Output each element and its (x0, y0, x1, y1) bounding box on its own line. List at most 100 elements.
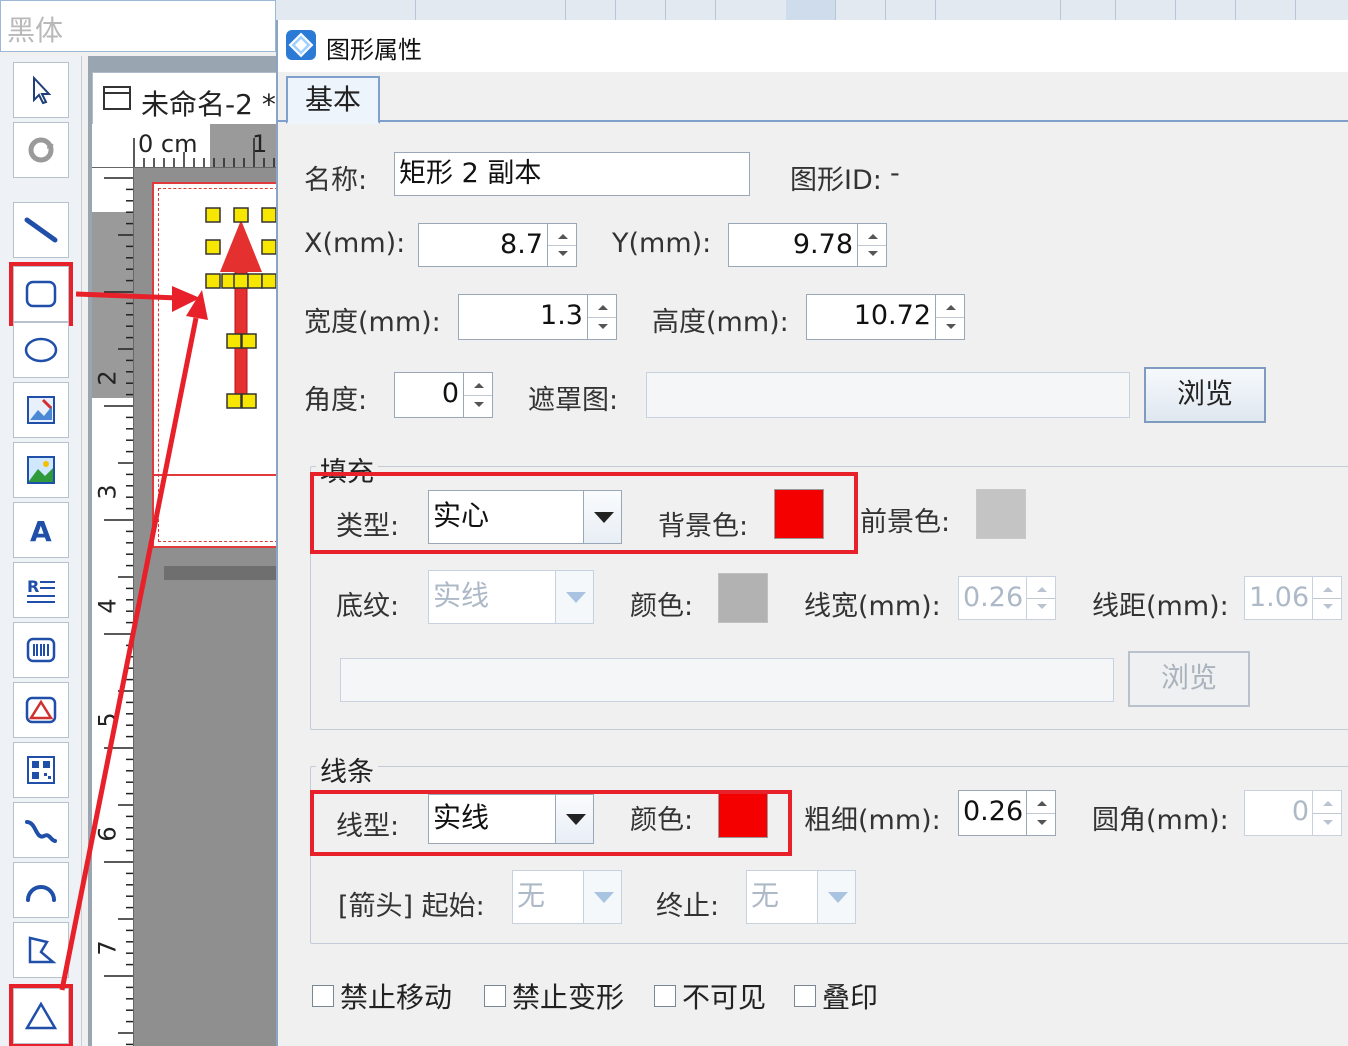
angle-spinner[interactable] (463, 372, 493, 418)
ruler-label-4: 4 (93, 598, 122, 614)
highlight-fill-type (310, 472, 858, 554)
picture-tool[interactable] (13, 442, 69, 498)
tab-strip: 基本 (278, 72, 1348, 124)
mask-label: 遮罩图: (528, 385, 619, 416)
dialog-titlebar[interactable]: 图形属性 (278, 20, 1348, 72)
line-tool[interactable] (13, 202, 69, 258)
line-spacing-spinner[interactable] (1312, 576, 1342, 620)
toolbar-button[interactable] (1011, 0, 1061, 22)
y-spinner[interactable] (857, 223, 887, 267)
rotate-icon (28, 137, 54, 163)
chevron-down-icon[interactable] (817, 871, 855, 923)
text-icon: A (30, 515, 52, 546)
fg-color-swatch[interactable] (976, 489, 1026, 539)
text-tool[interactable]: A (13, 502, 69, 558)
name-input[interactable]: 矩形 2 副本 (394, 152, 750, 196)
pattern-select[interactable]: 实线 (428, 570, 594, 624)
overprint-checkbox[interactable]: 叠印 (794, 976, 878, 1016)
triangle-tool[interactable] (9, 984, 73, 1046)
x-input[interactable]: 8.7 (418, 223, 548, 267)
chevron-down-icon[interactable] (583, 871, 621, 923)
checkbox-box[interactable] (484, 985, 506, 1007)
pattern-browse-button[interactable]: 浏览 (1128, 651, 1250, 707)
polygon-tool[interactable] (13, 922, 69, 978)
shape-tool[interactable] (13, 682, 69, 738)
curve-tool[interactable] (13, 802, 69, 858)
mask-path-input[interactable] (646, 372, 1130, 418)
line-width-input[interactable]: 0.26 (958, 576, 1028, 620)
chevron-down-icon[interactable] (555, 571, 593, 623)
pattern-color-swatch[interactable] (718, 573, 768, 623)
width-spinner[interactable] (587, 294, 617, 340)
radius-spinner[interactable] (1312, 790, 1342, 836)
lock-resize-checkbox[interactable]: 禁止变形 (484, 976, 624, 1016)
line-spacing-input[interactable]: 1.06 (1244, 576, 1314, 620)
toolbar-button[interactable] (566, 0, 616, 22)
toolbar-button[interactable] (1246, 0, 1296, 22)
triangle-icon (24, 1001, 58, 1030)
name-label: 名称: (304, 165, 368, 196)
invisible-checkbox[interactable]: 不可见 (654, 976, 766, 1016)
height-spinner[interactable] (935, 294, 965, 340)
horizontal-scrollbar[interactable] (164, 566, 278, 580)
ruler-label-5: 5 (93, 712, 122, 728)
arrow-end-select[interactable]: 无 (746, 870, 856, 924)
toolbar-button[interactable] (516, 0, 566, 22)
thickness-spinner[interactable] (1026, 790, 1056, 836)
tab-basic[interactable]: 基本 (286, 76, 380, 124)
barcode-tool[interactable] (13, 622, 69, 678)
toolbar-button[interactable] (666, 0, 716, 22)
ellipse-icon (24, 337, 58, 363)
ellipse-tool[interactable] (13, 322, 69, 378)
line-width-spinner[interactable] (1026, 576, 1056, 620)
checkbox-box[interactable] (654, 985, 676, 1007)
horizontal-ruler: 0 cm 1 (92, 124, 278, 168)
toolbar-button[interactable] (1126, 0, 1176, 22)
line-group-title: 线条 (316, 750, 378, 789)
mask-browse-button[interactable]: 浏览 (1144, 367, 1266, 423)
height-input[interactable]: 10.72 (806, 294, 936, 340)
dialog-title: 图形属性 (326, 36, 422, 64)
ruler-label-2: 2 (93, 370, 122, 386)
thickness-label: 粗细(mm): (804, 805, 941, 836)
rotate-tool[interactable] (13, 122, 69, 178)
ruler-label-cm: 0 cm (138, 130, 198, 158)
svg-text:A: A (30, 515, 52, 546)
line-spacing-label: 线距(mm): (1092, 591, 1229, 622)
checkbox-box[interactable] (794, 985, 816, 1007)
font-name-box[interactable]: 黑体 (0, 0, 276, 52)
line-icon (24, 217, 58, 243)
lock-move-checkbox[interactable]: 禁止移动 (312, 976, 452, 1016)
lock-move-label: 禁止移动 (340, 981, 453, 1014)
toolbar-button[interactable] (786, 0, 836, 22)
x-spinner[interactable] (547, 223, 577, 267)
radius-input[interactable]: 0 (1244, 790, 1314, 836)
rectangle-tool[interactable] (9, 262, 73, 326)
ruler-label-3: 3 (93, 484, 122, 500)
pattern-label: 底纹: (336, 591, 400, 622)
toolbar-button[interactable] (366, 0, 416, 22)
toolbar-button[interactable] (616, 0, 666, 22)
document-icon (103, 86, 131, 110)
toolbar-button[interactable] (836, 0, 886, 22)
document-tab-label: 未命名-2 * (141, 88, 276, 121)
width-input[interactable]: 1.3 (458, 294, 588, 340)
y-input[interactable]: 9.78 (728, 223, 858, 267)
document-tab[interactable]: 未命名-2 * (92, 72, 278, 124)
thickness-input[interactable]: 0.26 (958, 790, 1028, 836)
toolbar-button[interactable] (1066, 0, 1116, 22)
toolbar-button[interactable] (886, 0, 936, 22)
selected-arrow-shape[interactable] (200, 200, 278, 416)
pattern-image-input[interactable] (340, 658, 1114, 702)
checkbox-box[interactable] (312, 985, 334, 1007)
ruler-label-6: 6 (93, 826, 122, 842)
pointer-tool[interactable] (13, 62, 69, 118)
image-edit-tool[interactable] (13, 382, 69, 438)
angle-input[interactable]: 0 (394, 372, 464, 418)
rich-text-tool[interactable]: R (13, 562, 69, 618)
toolbar-button[interactable] (1306, 0, 1348, 22)
qrcode-tool[interactable] (13, 742, 69, 798)
toolbar-button[interactable] (1186, 0, 1236, 22)
arc-tool[interactable] (13, 862, 69, 918)
arrow-start-select[interactable]: 无 (512, 870, 622, 924)
